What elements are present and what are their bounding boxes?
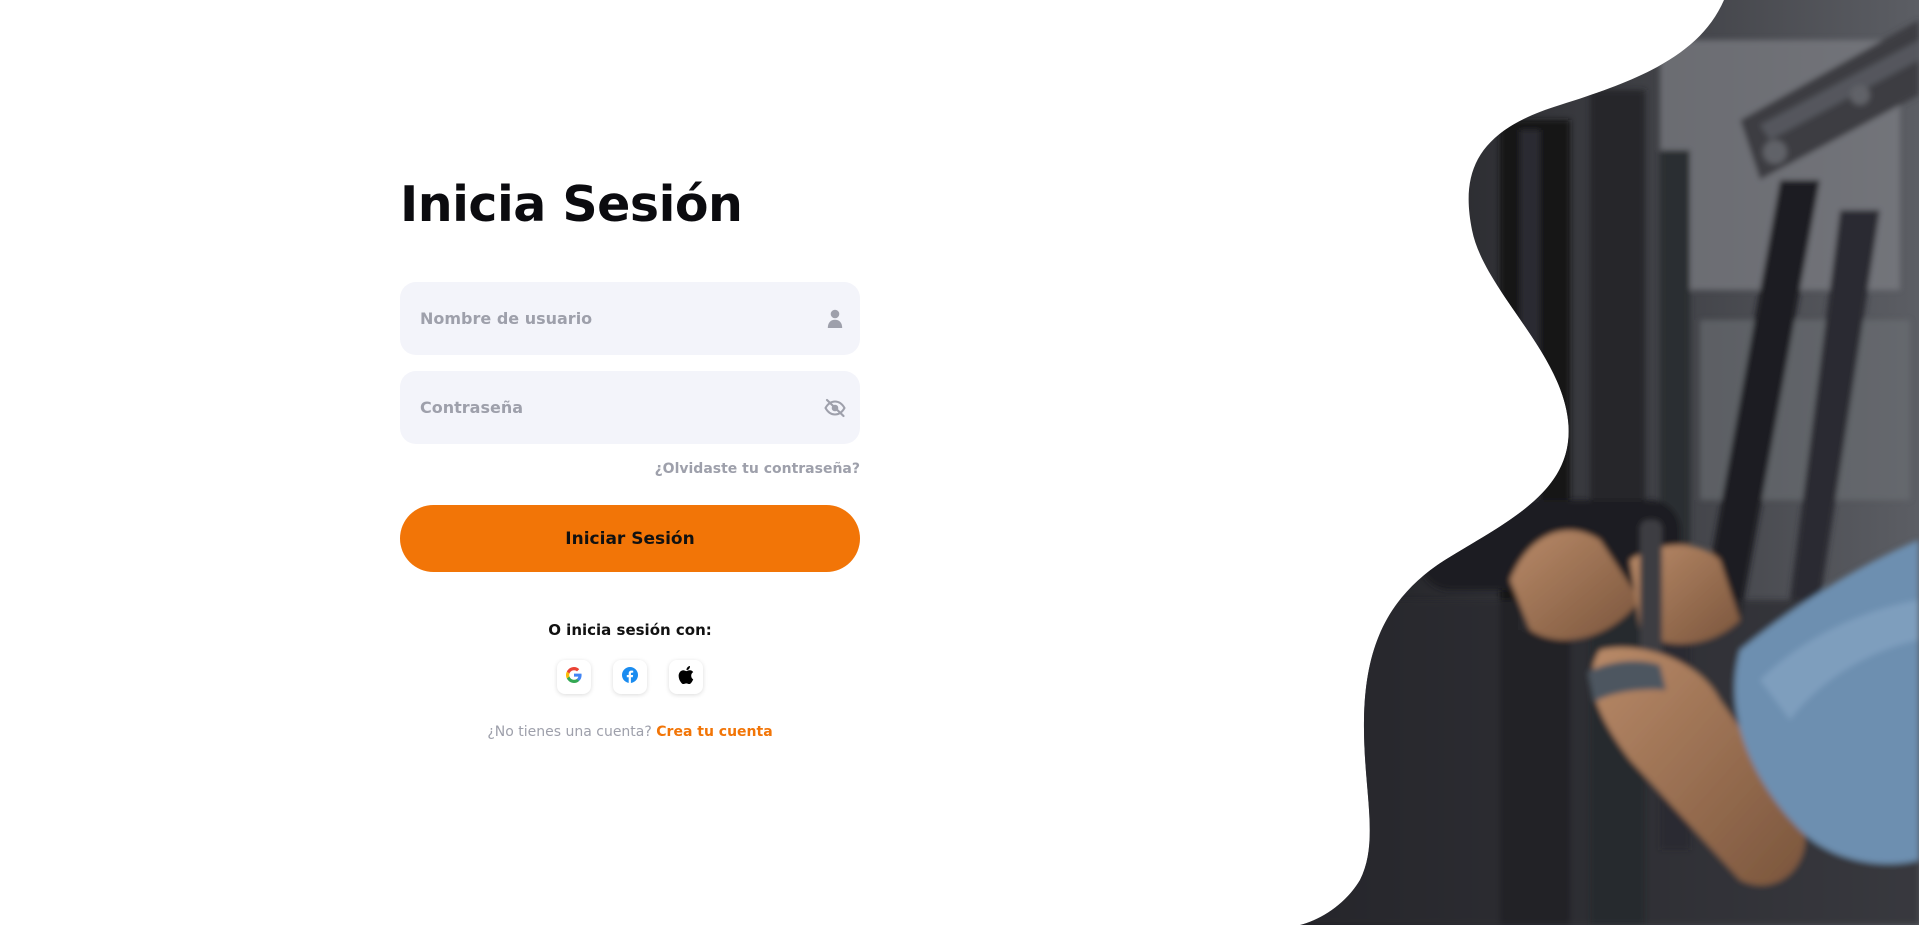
facebook-icon	[622, 666, 638, 688]
google-icon	[566, 666, 582, 688]
username-input[interactable]	[400, 282, 860, 355]
login-form: Inicia Sesión ¿Olvidaste tu contr	[400, 170, 860, 742]
hero-image	[0, 0, 1919, 925]
create-account-link[interactable]: Crea tu cuenta	[656, 724, 772, 740]
social-login-row	[400, 660, 860, 694]
page-title: Inicia Sesión	[400, 176, 743, 233]
google-login-button[interactable]	[557, 660, 591, 694]
user-icon	[824, 308, 846, 330]
password-field[interactable]	[400, 371, 860, 444]
password-input[interactable]	[400, 371, 860, 444]
login-page: Inicia Sesión ¿Olvidaste tu contr	[0, 0, 1919, 925]
apple-login-button[interactable]	[669, 660, 703, 694]
signup-row: ¿No tienes una cuenta? Crea tu cuenta	[400, 722, 860, 742]
username-field[interactable]	[400, 282, 860, 355]
forgot-row: ¿Olvidaste tu contraseña?	[400, 460, 860, 480]
apple-icon	[678, 665, 694, 689]
login-button[interactable]: Iniciar Sesión	[400, 505, 860, 572]
facebook-login-button[interactable]	[613, 660, 647, 694]
signup-prompt: ¿No tienes una cuenta?	[487, 724, 652, 740]
social-login-label: O inicia sesión con:	[548, 621, 712, 639]
forgot-password-link[interactable]: ¿Olvidaste tu contraseña?	[655, 461, 860, 477]
eye-off-icon[interactable]	[824, 397, 846, 419]
